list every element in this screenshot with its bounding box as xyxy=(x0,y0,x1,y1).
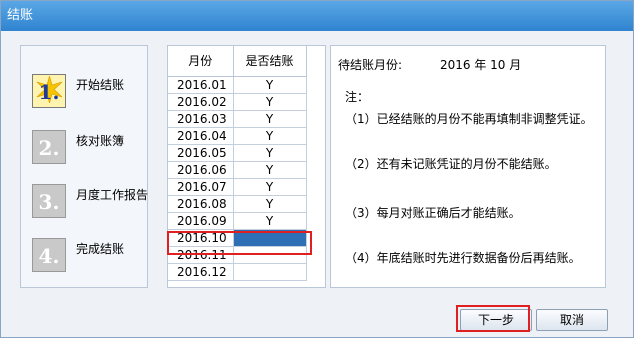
month-cell: 2016.08 xyxy=(168,195,234,213)
next-button-highlight xyxy=(456,305,530,332)
table-row[interactable]: 2016.05 Y xyxy=(168,144,307,162)
table-row[interactable]: 2016.02 Y xyxy=(168,93,307,111)
notes-panel: 待结账月份: 2016 年 10 月 注： （1）已经结账的月份不能再填制非调整… xyxy=(330,45,606,288)
table-row[interactable]: 2016.07 Y xyxy=(168,178,307,196)
month-cell: 2016.05 xyxy=(168,144,234,162)
closed-cell xyxy=(233,263,307,281)
table-row[interactable]: 2016.12 xyxy=(168,263,307,281)
step-2-number: 2. xyxy=(38,136,60,160)
step-3-label: 月度工作报告 xyxy=(76,188,149,202)
await-month-label: 待结账月份: xyxy=(338,58,403,72)
table-row[interactable]: 2016.04 Y xyxy=(168,127,307,145)
closing-dialog: 结账 1. 开始结账 2. 核对账簿 3. 月度工作报告 4. 完成结账 月份 … xyxy=(0,0,634,338)
step-4-label: 完成结账 xyxy=(76,242,125,256)
step-1-label: 开始结账 xyxy=(76,78,125,92)
step-2-icon: 2. xyxy=(32,130,66,164)
cancel-button[interactable]: 取消 xyxy=(536,309,608,331)
table-row[interactable]: 2016.08 Y xyxy=(168,195,307,213)
notes-title: 注： xyxy=(345,90,370,104)
note-item: （2）还有未记账凭证的月份不能结账。 xyxy=(345,157,557,171)
month-cell: 2016.01 xyxy=(168,76,234,94)
selected-row-highlight xyxy=(167,231,312,255)
step-check-ledgers[interactable]: 2. 核对账簿 xyxy=(32,130,147,166)
closed-cell: Y xyxy=(233,161,307,179)
note-item: （1）已经结账的月份不能再填制非调整凭证。 xyxy=(345,112,593,126)
step-3-icon: 3. xyxy=(32,184,66,218)
step-1-icon: 1. xyxy=(32,74,66,108)
await-month-value: 2016 年 10 月 xyxy=(440,58,522,72)
closed-cell: Y xyxy=(233,195,307,213)
note-item: （3）每月对账正确后才能结账。 xyxy=(345,206,521,220)
closed-cell: Y xyxy=(233,212,307,230)
step-1-number: 1. xyxy=(38,80,60,104)
step-monthly-report[interactable]: 3. 月度工作报告 xyxy=(32,184,149,220)
step-4-number: 4. xyxy=(38,244,60,268)
table-row[interactable]: 2016.09 Y xyxy=(168,212,307,230)
closed-cell: Y xyxy=(233,110,307,128)
closed-cell: Y xyxy=(233,93,307,111)
note-item: （4）年底结账时先进行数据备份后再结账。 xyxy=(345,251,581,265)
month-cell: 2016.09 xyxy=(168,212,234,230)
month-cell: 2016.06 xyxy=(168,161,234,179)
closed-cell: Y xyxy=(233,144,307,162)
month-cell: 2016.12 xyxy=(168,263,234,281)
closed-cell: Y xyxy=(233,127,307,145)
closed-cell: Y xyxy=(233,178,307,196)
step-finish-closing[interactable]: 4. 完成结账 xyxy=(32,238,147,274)
table-row[interactable]: 2016.01 Y xyxy=(168,76,307,94)
step-start-closing[interactable]: 1. 开始结账 xyxy=(32,74,147,110)
table-row[interactable]: 2016.06 Y xyxy=(168,161,307,179)
step-3-number: 3. xyxy=(38,190,60,214)
step-2-label: 核对账簿 xyxy=(76,134,125,148)
column-header-month: 月份 xyxy=(168,46,234,77)
month-cell: 2016.04 xyxy=(168,127,234,145)
closed-cell: Y xyxy=(233,76,307,94)
window-title: 结账 xyxy=(1,1,633,31)
month-cell: 2016.07 xyxy=(168,178,234,196)
month-cell: 2016.03 xyxy=(168,110,234,128)
step-4-icon: 4. xyxy=(32,238,66,272)
column-header-closed: 是否结账 xyxy=(233,46,307,77)
month-cell: 2016.02 xyxy=(168,93,234,111)
steps-panel: 1. 开始结账 2. 核对账簿 3. 月度工作报告 4. 完成结账 xyxy=(20,45,148,288)
table-row[interactable]: 2016.03 Y xyxy=(168,110,307,128)
